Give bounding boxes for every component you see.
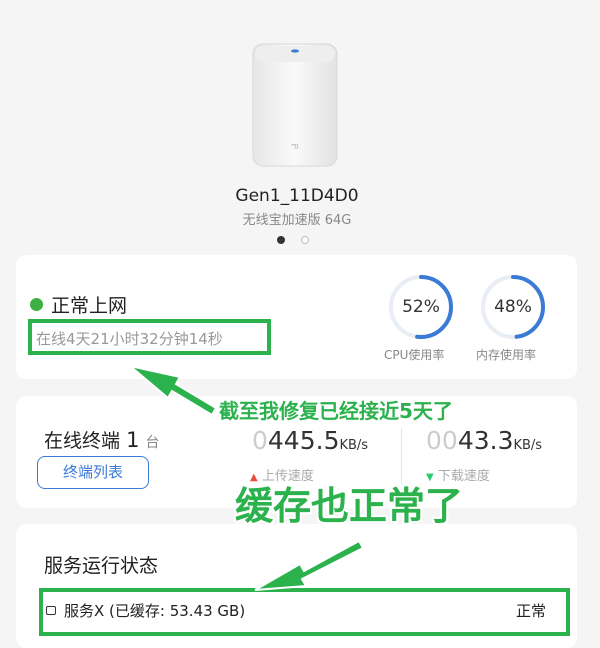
service-status-title: 服务运行状态 <box>44 555 159 577</box>
cpu-usage-label: CPU使用率 <box>384 348 445 362</box>
memory-usage-label: 内存使用率 <box>476 348 537 362</box>
download-speed-value: 43.3 <box>457 426 514 455</box>
highlight-online-time <box>28 319 271 355</box>
router-device-image: ఌ <box>252 43 338 167</box>
svg-text:ఌ: ఌ <box>291 141 298 150</box>
cpu-gauge: 52% <box>386 272 456 342</box>
network-status-card: 正常上网 在线4天21小时32分钟14秒 52% CPU使用率 48% 内存使用… <box>16 255 577 379</box>
upload-speed: 0445.5KB/s <box>252 426 368 455</box>
memory-usage-value: 48% <box>494 297 532 317</box>
terminal-count-unit: 台 <box>145 435 160 451</box>
device-header: ఌ Gen1_11D4D0 无线宝加速版 64G <box>0 0 600 250</box>
pager-dot-active[interactable] <box>277 236 285 244</box>
upload-speed-lead: 0 <box>252 426 268 455</box>
upload-speed-value: 445.5 <box>267 426 340 455</box>
status-indicator-icon <box>30 298 43 311</box>
terminal-list-button[interactable]: 终端列表 <box>37 456 149 489</box>
annotation-note-duration: 截至我修复已经接近5天了 <box>219 399 453 423</box>
download-speed-lead: 00 <box>426 426 458 455</box>
device-model: 无线宝加速版 64G <box>242 213 352 228</box>
network-status: 正常上网 <box>30 291 127 318</box>
upload-speed-unit: KB/s <box>339 438 369 453</box>
annotation-note-cache: 缓存也正常了 <box>235 484 464 528</box>
terminals-title: 在线终端 1 台 <box>44 426 159 453</box>
download-speed-unit: KB/s <box>513 438 543 453</box>
terminal-count: 1 <box>126 428 140 452</box>
memory-gauge: 48% <box>478 272 548 342</box>
device-pager <box>277 236 309 244</box>
device-name: Gen1_11D4D0 <box>235 186 359 206</box>
highlight-service-row <box>39 588 570 636</box>
cpu-usage-value: 52% <box>402 297 440 317</box>
network-status-text: 正常上网 <box>51 295 128 317</box>
pager-dot[interactable] <box>301 236 309 244</box>
terminals-title-text: 在线终端 <box>44 430 121 452</box>
download-speed: 0043.3KB/s <box>426 426 542 455</box>
